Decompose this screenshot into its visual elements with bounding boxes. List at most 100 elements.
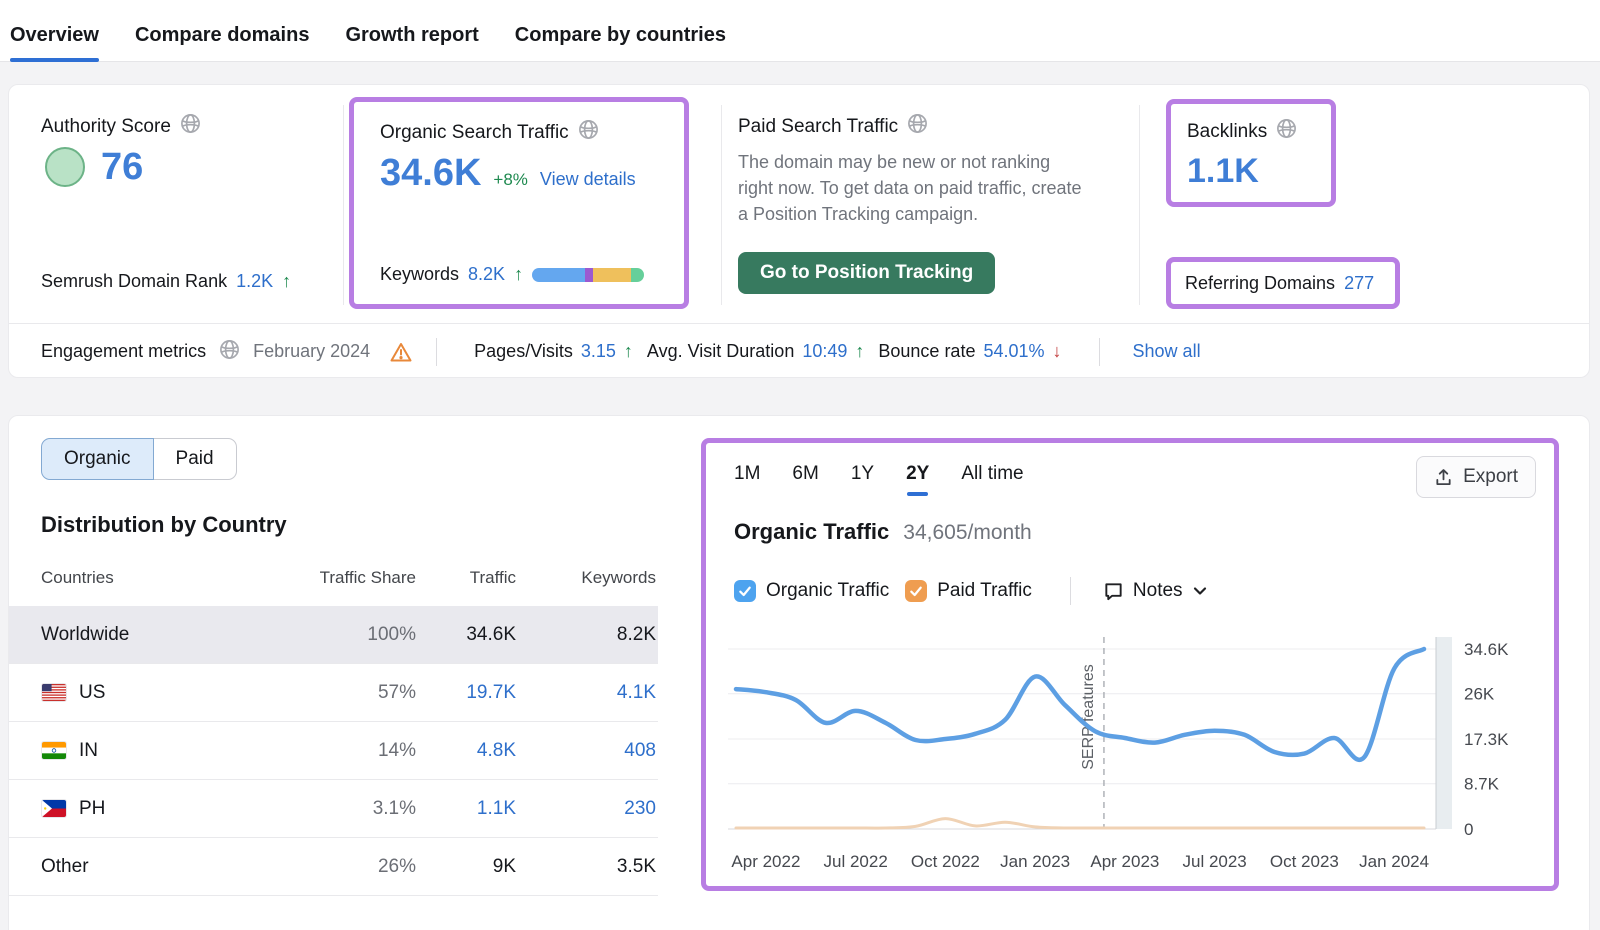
traffic-line-chart[interactable]: 08.7K17.3K26K34.6KApr 2022Jul 2022Oct 20… (728, 625, 1528, 877)
x-axis-label: Jul 2022 (824, 852, 888, 871)
engagement-metrics-label: Engagement metrics (41, 341, 206, 362)
range-tab-2y[interactable]: 2Y (906, 463, 929, 485)
semrush-domain-overview: Overview Compare domains Growth report Comp… (0, 0, 1600, 930)
traffic-share-value: 57% (325, 682, 416, 704)
keywords-value: 3.5K (516, 856, 656, 878)
metric-value[interactable]: 10:49 (802, 341, 847, 362)
paid-traffic-description: The domain may be new or not ranking rig… (738, 149, 1090, 227)
traffic-share-value: 26% (325, 856, 416, 878)
column-header-traffic: Traffic (416, 568, 516, 588)
metric-avg-visit-duration: Avg. Visit Duration10:49↑ (647, 341, 864, 362)
keywords-value[interactable]: 8.2K (468, 264, 505, 285)
x-axis-label: Jan 2024 (1359, 852, 1429, 871)
country-row-us[interactable]: US 57%19.7K4.1K (9, 663, 658, 721)
range-tab-1y[interactable]: 1Y (851, 463, 874, 485)
show-all-link[interactable]: Show all (1133, 341, 1201, 362)
metric-label: Bounce rate (878, 341, 975, 362)
referring-domains-highlight-box: Referring Domains 277 (1166, 257, 1400, 309)
authority-score-gauge (45, 147, 85, 187)
referring-domains-value[interactable]: 277 (1344, 273, 1374, 294)
country-name: US (41, 682, 249, 704)
metric-value[interactable]: 3.15 (581, 341, 616, 362)
us-flag-icon (41, 683, 67, 702)
backlinks-title: Backlinks (1187, 118, 1297, 145)
paid-traffic-title: Paid Search Traffic (738, 113, 928, 140)
range-tab-6m[interactable]: 6M (792, 463, 818, 485)
view-details-link[interactable]: View details (540, 169, 636, 190)
referring-domains-label: Referring Domains (1185, 273, 1335, 294)
globe-icon (578, 119, 599, 146)
export-button[interactable]: Export (1416, 456, 1536, 498)
organic-traffic-highlight-box: Organic Search Traffic 34.6K +8% View de… (349, 97, 689, 309)
notes-label: Notes (1133, 580, 1183, 602)
column-header-countries: Countries (41, 568, 249, 588)
legend-organic-traffic[interactable]: Organic Traffic (734, 580, 889, 602)
globe-icon (907, 113, 928, 140)
legend-paid-traffic[interactable]: Paid Traffic (905, 580, 1032, 602)
country-row-worldwide[interactable]: Worldwide100%34.6K8.2K (9, 606, 658, 663)
country-label: Worldwide (41, 624, 129, 646)
range-tab-all-time[interactable]: All time (961, 463, 1023, 485)
keywords-intent-bar (532, 268, 644, 282)
keywords-value[interactable]: 408 (516, 740, 656, 762)
ph-flag-icon (41, 799, 67, 818)
keywords-value: 8.2K (516, 624, 656, 646)
divider (721, 105, 722, 305)
toggle-organic[interactable]: Organic (41, 438, 154, 480)
y-axis-label: 8.7K (1464, 775, 1500, 794)
warning-icon (389, 341, 413, 363)
country-name: PH (41, 798, 249, 820)
y-axis-label: 34.6K (1464, 640, 1509, 659)
trend-up-icon: ↑ (282, 271, 291, 292)
metric-label: Avg. Visit Duration (647, 341, 794, 362)
position-tracking-button[interactable]: Go to Position Tracking (738, 252, 995, 294)
divider (1099, 338, 1100, 366)
engagement-period: February 2024 (253, 341, 370, 362)
metrics-card: Authority Score 76 Semrush Domain Rank 1… (8, 84, 1590, 378)
notes-dropdown[interactable]: Notes (1103, 580, 1208, 602)
checkbox-organic-traffic[interactable] (734, 580, 756, 602)
paid-traffic-label: Paid Search Traffic (738, 116, 898, 138)
country-table: Worldwide100%34.6K8.2K US 57%19.7K4.1K IN14… (9, 606, 690, 896)
tab-growth-report[interactable]: Growth report (345, 24, 478, 61)
traffic-section-card: OrganicPaid Distribution by Country Coun… (8, 415, 1590, 930)
authority-score-value: 76 (101, 148, 143, 186)
traffic-value[interactable]: 1.1K (416, 798, 516, 820)
traffic-value[interactable]: 19.7K (416, 682, 516, 704)
metric-value[interactable]: 54.01% (983, 341, 1044, 362)
intent-segment-blue (532, 268, 585, 282)
chart-title-row: Organic Traffic 34,605/month (734, 519, 1032, 545)
country-row-in[interactable]: IN14%4.8K408 (9, 721, 658, 779)
metric-pages-visits: Pages/Visits3.15↑ (474, 341, 633, 362)
x-axis-label: Apr 2023 (1090, 852, 1159, 871)
chart-subtitle: 34,605/month (903, 521, 1031, 545)
domain-rank-label: Semrush Domain Rank (41, 271, 227, 292)
organic-traffic-value: 34.6K (380, 154, 481, 192)
divider (343, 105, 344, 305)
tab-compare-domains[interactable]: Compare domains (135, 24, 309, 61)
checkbox-paid-traffic[interactable] (905, 580, 927, 602)
serp-features-annotation: SERP features (1080, 664, 1097, 770)
country-label: PH (79, 798, 105, 820)
x-axis-label: Jul 2023 (1182, 852, 1246, 871)
organic-traffic-title: Organic Search Traffic (380, 119, 599, 146)
authority-score-label: Authority Score (41, 116, 171, 138)
country-label: Other (41, 856, 89, 878)
country-row-other[interactable]: Other26%9K3.5K (9, 837, 658, 896)
country-name: Worldwide (41, 624, 249, 646)
chevron-down-icon (1192, 583, 1208, 599)
toggle-paid[interactable]: Paid (153, 438, 237, 480)
domain-rank-value[interactable]: 1.2K (236, 271, 273, 292)
organic-traffic-label: Organic Search Traffic (380, 122, 569, 144)
column-header-keywords: Keywords (516, 568, 656, 588)
keywords-value[interactable]: 230 (516, 798, 656, 820)
range-tab-1m[interactable]: 1M (734, 463, 760, 485)
traffic-value[interactable]: 4.8K (416, 740, 516, 762)
tab-overview[interactable]: Overview (10, 24, 99, 61)
traffic-chart-panel: 1M 6M 1Y 2Y All time Export Organic Traffic … (701, 438, 1559, 891)
keywords-value[interactable]: 4.1K (516, 682, 656, 704)
tab-compare-by-countries[interactable]: Compare by countries (515, 24, 726, 61)
chart-legend: Organic Traffic Paid Traffic Notes (734, 577, 1208, 605)
intent-segment-purple (585, 268, 593, 282)
country-row-ph[interactable]: PH3.1%1.1K230 (9, 779, 658, 837)
